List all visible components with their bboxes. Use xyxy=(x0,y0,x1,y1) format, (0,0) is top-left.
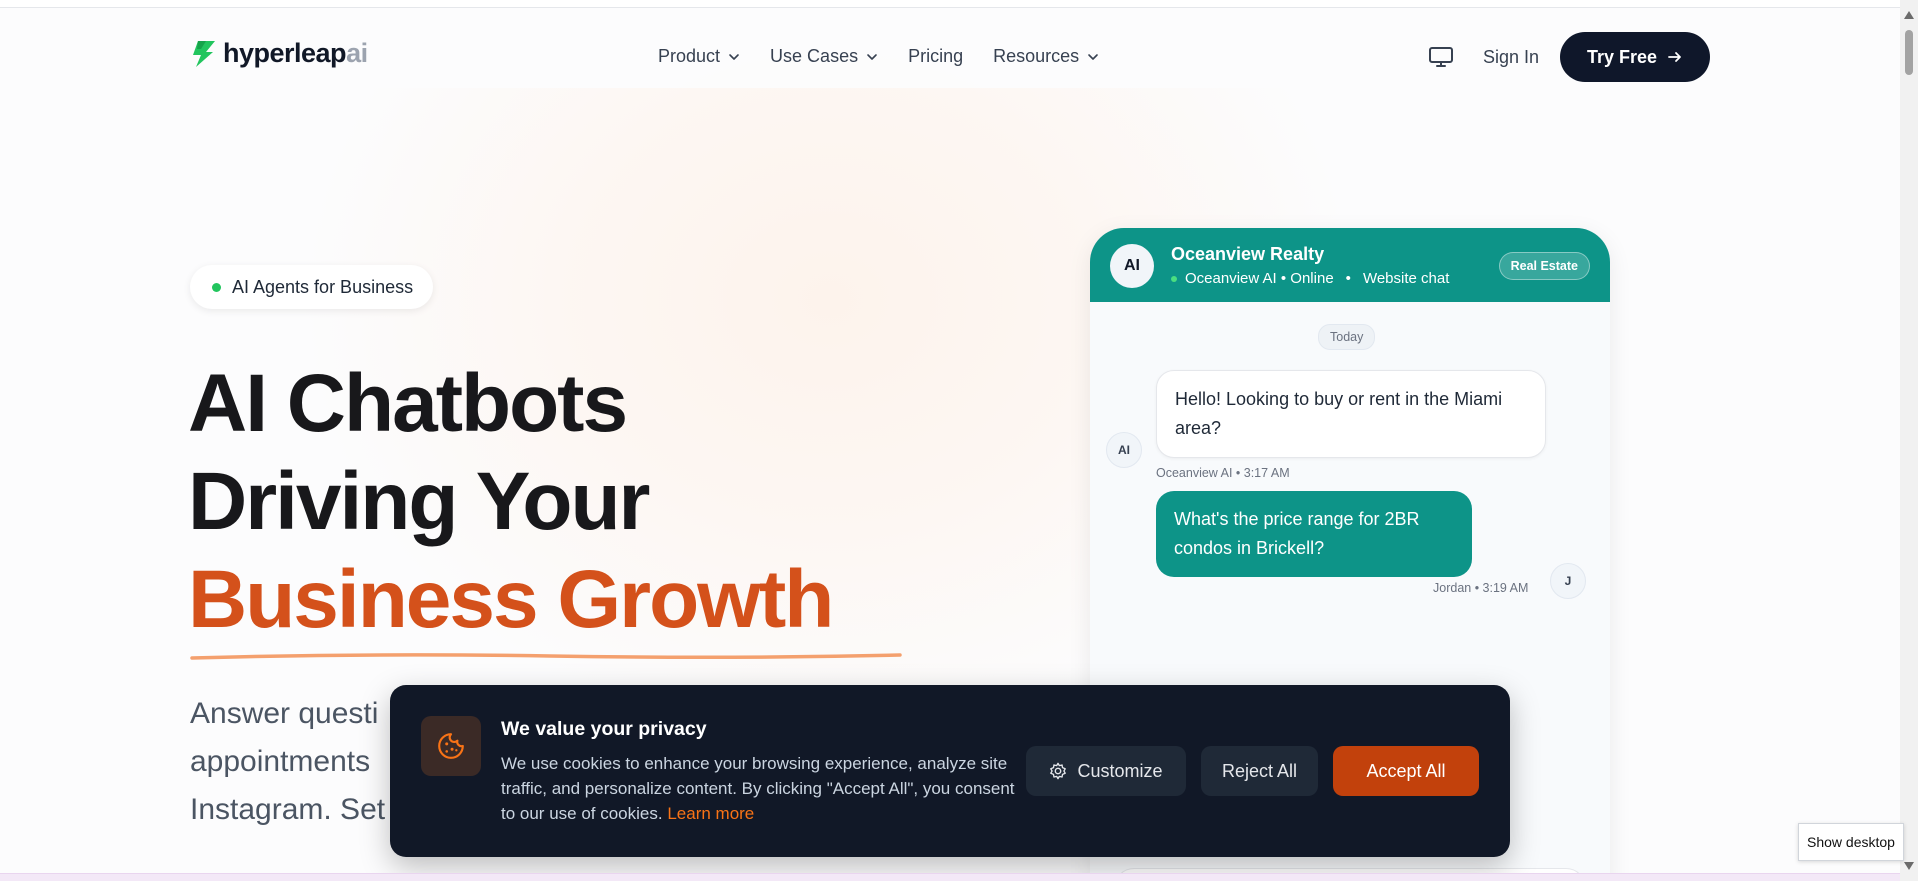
cookie-banner: We value your privacy We use cookies to … xyxy=(390,685,1510,857)
show-desktop-tooltip: Show desktop xyxy=(1798,823,1904,861)
nav-resources[interactable]: Resources xyxy=(993,46,1099,67)
title-underline xyxy=(190,653,902,660)
accept-all-button[interactable]: Accept All xyxy=(1333,746,1479,796)
chat-category-tag: Real Estate xyxy=(1498,252,1590,280)
cookie-title: We value your privacy xyxy=(501,718,707,740)
chat-avatar: AI xyxy=(1110,244,1154,288)
chevron-down-icon xyxy=(1088,53,1098,60)
scroll-up-arrow-icon[interactable] xyxy=(1904,11,1914,19)
customize-label: Customize xyxy=(1077,760,1163,781)
main-nav: Product Use Cases Pricing Resources xyxy=(658,46,1129,67)
nav-resources-label: Resources xyxy=(993,46,1080,66)
nav-product-label: Product xyxy=(658,46,721,66)
hero-title-line-3: Business Growth xyxy=(188,554,834,645)
user-message: What's the price range for 2BR condos in… xyxy=(1156,491,1472,577)
chat-status-agent: Oceanview AI • Online xyxy=(1185,270,1334,287)
user-message-meta: Jordan • 3:19 AM xyxy=(1433,581,1529,595)
chevron-down-icon xyxy=(867,53,877,60)
reject-all-button[interactable]: Reject All xyxy=(1201,746,1318,796)
nav-use-cases-label: Use Cases xyxy=(770,46,859,66)
status-dot-icon xyxy=(212,282,221,292)
bottom-strip xyxy=(0,873,1900,881)
hero-badge: AI Agents for Business xyxy=(190,265,434,309)
page-scrollbar[interactable] xyxy=(1900,0,1918,881)
bot-message: Hello! Looking to buy or rent in the Mia… xyxy=(1156,370,1546,458)
hero-title-line-1: AI Chatbots xyxy=(188,358,628,449)
hero-title: AI Chatbots Driving Your Business Growth xyxy=(188,355,834,649)
nav-pricing-label: Pricing xyxy=(908,46,964,66)
gear-icon xyxy=(1050,762,1067,780)
scroll-down-arrow-icon[interactable] xyxy=(1904,862,1914,870)
chat-business-name: Oceanview Realty xyxy=(1171,244,1325,264)
top-border xyxy=(0,0,1900,8)
chat-header: AI Oceanview Realty Oceanview AI • Onlin… xyxy=(1090,228,1610,302)
arrow-right-icon xyxy=(1668,52,1681,62)
page: hyperleap ai Product Use Cases Pricing Re… xyxy=(0,0,1900,881)
learn-more-link[interactable]: Learn more xyxy=(667,804,754,823)
hero-title-line-2: Driving Your xyxy=(188,456,650,547)
cookie-body: We use cookies to enhance your browsing … xyxy=(501,754,1015,823)
bot-avatar: AI xyxy=(1106,432,1142,468)
nav-pricing[interactable]: Pricing xyxy=(908,46,963,67)
cookie-icon xyxy=(421,716,481,776)
logo[interactable]: hyperleap ai xyxy=(189,38,368,69)
chat-status: Oceanview AI • Online • Website chat xyxy=(1171,270,1449,287)
try-free-button[interactable]: Try Free xyxy=(1560,32,1710,82)
hero-badge-label: AI Agents for Business xyxy=(232,276,414,297)
logo-text: hyperleap xyxy=(223,38,347,68)
online-dot-icon xyxy=(1171,275,1177,282)
logo-bolt-icon xyxy=(193,40,215,67)
nav-product[interactable]: Product xyxy=(658,46,740,67)
user-avatar: J xyxy=(1550,563,1586,599)
cookie-text: We use cookies to enhance your browsing … xyxy=(501,751,1021,826)
chat-status-channel: Website chat xyxy=(1362,270,1450,287)
status-separator: • xyxy=(1345,270,1351,287)
bot-message-meta: Oceanview AI • 3:17 AM xyxy=(1156,466,1290,480)
try-free-label: Try Free xyxy=(1586,46,1658,67)
logo-ai-text: ai xyxy=(346,38,368,68)
customize-button[interactable]: Customize xyxy=(1026,746,1186,796)
date-divider: Today xyxy=(1318,324,1376,350)
sign-in-link[interactable]: Sign In xyxy=(1483,47,1539,68)
cookie-glyph-icon xyxy=(438,733,464,759)
monitor-icon[interactable] xyxy=(1428,46,1454,68)
nav-use-cases[interactable]: Use Cases xyxy=(770,46,878,67)
chevron-down-icon xyxy=(729,53,739,60)
scroll-thumb[interactable] xyxy=(1905,30,1913,75)
